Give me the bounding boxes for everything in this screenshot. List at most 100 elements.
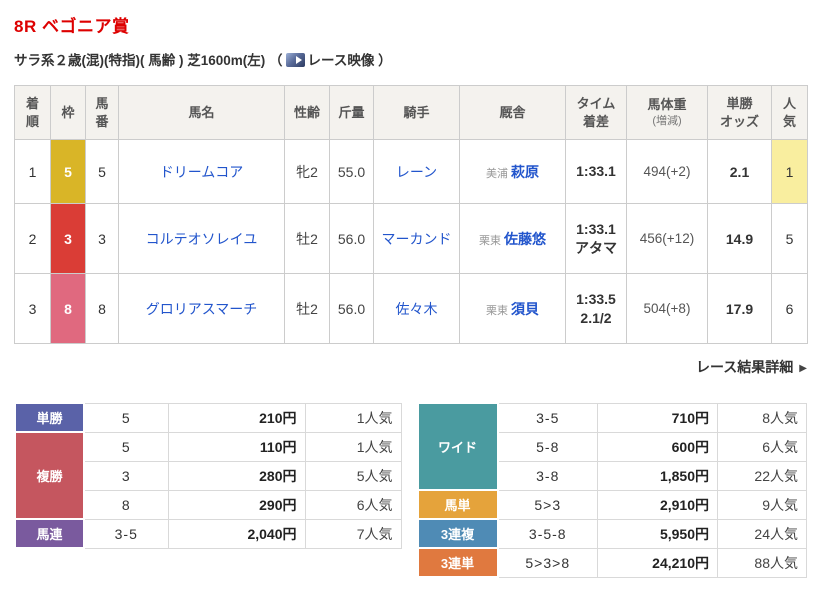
table-row: 3 8 8 グロリアスマーチ 牡2 56.0 佐々木 栗東 須貝 1:33.5 2.… [14,273,808,344]
race-conditions: サラ系２歳(混)(特指)( 馬齢 ) 芝1600m(左) （ レース映像 ） [14,49,807,69]
time-margin-cell: 1:33.1 アタマ [565,203,627,274]
horse-name-cell: グロリアスマーチ [118,273,285,344]
col-header-favorite: 人 気 [771,85,808,140]
payout-amount: 110円 [167,431,306,462]
stable-region: 美浦 [486,167,508,180]
bet-type-quinella: 馬連 [14,518,85,549]
table-row: 1 5 5 ドリームコア 牝2 55.0 レーン 美浦 萩原 1:33.1 494… [14,139,808,204]
jockey-link[interactable]: 佐々木 [396,301,438,317]
col-header-finish: 着 順 [14,85,51,140]
paren-close: ） [378,53,392,68]
bet-combination: 3-5-8 [497,518,598,549]
bet-type-wide: ワイド [416,402,499,491]
payout-amount: 2,040円 [167,518,306,549]
jockey-cell: レーン [373,139,460,204]
bet-combination: 5-8 [497,431,598,462]
col-header-horse: 馬名 [118,85,285,140]
horse-number: 3 [85,203,119,274]
payout-popularity: 8人気 [717,402,807,433]
payout-row-exacta: 馬単 5>3 2,910円 9人気 [416,489,807,520]
payout-popularity: 9人気 [717,489,807,520]
frame-number-badge: 8 [50,273,86,344]
payout-row-trifecta: 3連単 5>3>8 24,210円 88人気 [416,547,807,578]
race-title: 8R ベゴニア賞 [14,17,130,36]
video-icon [285,53,305,67]
race-conditions-text: サラ系２歳(混)(特指)( 馬齢 ) 芝1600m(左) [14,53,266,68]
payout-popularity: 6人気 [304,489,402,520]
race-result-detail-link[interactable]: レース結果詳細 ▶ [696,359,807,375]
payout-amount: 2,910円 [597,489,718,520]
trainer-link[interactable]: 須貝 [511,301,539,317]
bet-combination: 3-8 [497,460,598,491]
jockey-link[interactable]: マーカンド [382,231,452,247]
time-margin-cell: 1:33.1 [565,139,627,204]
stable-cell: 栗東 須貝 [459,273,566,344]
bet-combination: 5>3>8 [497,547,598,578]
detail-link-row: レース結果詳細 ▶ [14,357,807,377]
time-margin-cell: 1:33.5 2.1/2 [565,273,627,344]
payout-popularity: 22人気 [717,460,807,491]
bet-combination: 3-5 [497,402,598,433]
payout-amount: 600円 [597,431,718,462]
bet-combination: 8 [83,489,169,520]
results-header-row: 着 順 枠 馬 番 馬名 性齢 斤量 騎手 厩舎 タイム 着差 馬体重 (増減) … [14,85,808,140]
trainer-link[interactable]: 萩原 [511,164,539,180]
finish-time: 1:33.1 [576,163,616,180]
jockey-cell: 佐々木 [373,273,460,344]
bet-type-win: 単勝 [14,402,85,433]
col-header-jockey: 騎手 [373,85,460,140]
race-result-page: 8R ベゴニア賞 サラ系２歳(混)(特指)( 馬齢 ) 芝1600m(左) （ レ… [0,0,821,578]
horse-weight: 494(+2) [626,139,708,204]
horse-name-link[interactable]: コルテオソレイユ [146,231,258,247]
col-header-odds: 単勝 オッズ [707,85,772,140]
finish-time: 1:33.5 [576,290,616,307]
col-header-horse-weight: 馬体重 (増減) [626,85,708,140]
trainer-link[interactable]: 佐藤悠 [504,231,546,247]
frame-number-badge: 3 [50,203,86,274]
finish-position: 2 [14,203,51,274]
frame-number-badge: 5 [50,139,86,204]
bet-combination: 5 [83,402,169,433]
col-header-sex-age: 性齢 [284,85,330,140]
bet-combination: 5>3 [497,489,598,520]
horse-weight: 456(+12) [626,203,708,274]
bet-type-trio: 3連複 [416,518,499,549]
paren-open: （ [269,53,283,68]
chevron-right-icon: ▶ [799,363,807,374]
payout-popularity: 1人気 [304,431,402,462]
payout-amount: 710円 [597,402,718,433]
bet-combination: 5 [83,431,169,462]
stable-cell: 美浦 萩原 [459,139,566,204]
favorite-rank: 5 [771,203,808,274]
race-results-table: 着 順 枠 馬 番 馬名 性齢 斤量 騎手 厩舎 タイム 着差 馬体重 (増減) … [14,85,808,344]
race-video-link[interactable]: レース映像 [283,53,375,68]
sex-age: 牡2 [284,203,330,274]
payout-popularity: 1人気 [304,402,402,433]
finish-position: 3 [14,273,51,344]
payout-table-left: 単勝 5 210円 1人気 複勝 5 110円 1人気 3 280円 5人気 8… [14,402,402,549]
payout-amount: 5,950円 [597,518,718,549]
horse-weight: 504(+8) [626,273,708,344]
payout-amount: 24,210円 [597,547,718,578]
payout-amount: 280円 [167,460,306,491]
stable-region: 栗東 [479,234,501,247]
payout-row-wide: ワイド 3-5 710円 8人気 [416,402,807,491]
horse-number: 8 [85,273,119,344]
carried-weight: 56.0 [329,203,374,274]
bet-combination: 3 [83,460,169,491]
sex-age: 牡2 [284,273,330,344]
payout-row-trio: 3連複 3-5-8 5,950円 24人気 [416,518,807,549]
favorite-rank: 6 [771,273,808,344]
col-header-stable: 厩舎 [459,85,566,140]
jockey-link[interactable]: レーン [396,164,437,180]
payout-amount: 290円 [167,489,306,520]
margin: アタマ [575,239,617,256]
payout-amount: 1,850円 [597,460,718,491]
bet-type-exacta: 馬単 [416,489,499,520]
horse-name-link[interactable]: グロリアスマーチ [146,301,258,317]
payout-popularity: 6人気 [717,431,807,462]
col-header-number: 馬 番 [85,85,119,140]
horse-name-link[interactable]: ドリームコア [160,164,244,180]
race-video-label[interactable]: レース映像 [308,53,375,68]
bet-combination: 3-5 [83,518,169,549]
